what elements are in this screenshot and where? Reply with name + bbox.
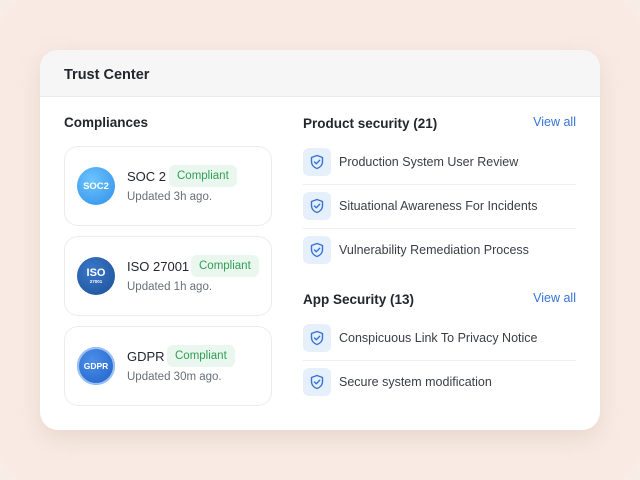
compliance-card-soc2[interactable]: SOC2 SOC 2 Compliant Updated 3h ago.: [64, 146, 272, 226]
shield-check-icon: [303, 324, 331, 352]
status-badge: Compliant: [167, 345, 235, 367]
shield-check-icon: [303, 236, 331, 264]
app-security-title: App Security (13): [303, 292, 415, 307]
compliance-name: GDPR: [127, 349, 165, 364]
iso-badge-icon: ISO 27001: [77, 257, 115, 295]
product-security-title: Product security (21): [303, 116, 438, 131]
compliances-title: Compliances: [64, 115, 149, 130]
security-item-vulnerability-remediation[interactable]: Vulnerability Remediation Process: [303, 229, 576, 273]
security-item-label: Secure system modification: [339, 375, 492, 389]
app-security-view-all-link[interactable]: View all: [533, 291, 576, 305]
shield-check-icon: [303, 148, 331, 176]
compliance-card-iso27001[interactable]: ISO 27001 ISO 27001 Compliant Updated 1h…: [64, 236, 272, 316]
security-item-situational-awareness[interactable]: Situational Awareness For Incidents: [303, 185, 576, 229]
security-item-label: Vulnerability Remediation Process: [339, 243, 529, 257]
trust-center-card: Trust Center Compliances SOC2 SOC 2 Comp…: [40, 50, 600, 430]
security-item-label: Situational Awareness For Incidents: [339, 199, 538, 213]
compliance-name: ISO 27001: [127, 259, 190, 274]
product-security-header: Product security (21) View all: [303, 115, 576, 133]
status-badge: Compliant: [191, 255, 259, 277]
soc2-badge-text: SOC2: [83, 180, 109, 192]
security-item-privacy-notice-link[interactable]: Conspicuous Link To Privacy Notice: [303, 317, 576, 361]
iso-badge-subtext: 27001: [89, 278, 103, 284]
gdpr-badge-icon: GDPR: [77, 347, 115, 385]
security-item-label: Production System User Review: [339, 155, 519, 169]
card-title: Trust Center: [40, 50, 600, 97]
security-item-production-system-user-review[interactable]: Production System User Review: [303, 141, 576, 185]
security-item-label: Conspicuous Link To Privacy Notice: [339, 331, 538, 345]
iso-badge-text: ISO: [86, 266, 106, 279]
shield-check-icon: [303, 368, 331, 396]
soc2-badge-icon: SOC2: [77, 167, 115, 205]
product-security-view-all-link[interactable]: View all: [533, 115, 576, 129]
status-badge: Compliant: [169, 165, 237, 187]
shield-check-icon: [303, 192, 331, 220]
compliance-name: SOC 2: [127, 169, 167, 184]
security-item-secure-system-modification[interactable]: Secure system modification: [303, 361, 576, 405]
app-security-header: App Security (13) View all: [303, 291, 576, 309]
compliance-card-gdpr[interactable]: GDPR GDPR Compliant Updated 30m ago.: [64, 326, 272, 406]
gdpr-badge-text: GDPR: [83, 361, 109, 371]
compliances-section: Compliances SOC2 SOC 2 Compliant Updated…: [64, 115, 272, 406]
compliance-updated: Updated 1h ago.: [127, 281, 213, 293]
compliance-updated: Updated 3h ago.: [127, 191, 213, 203]
compliance-updated: Updated 30m ago.: [127, 371, 222, 383]
